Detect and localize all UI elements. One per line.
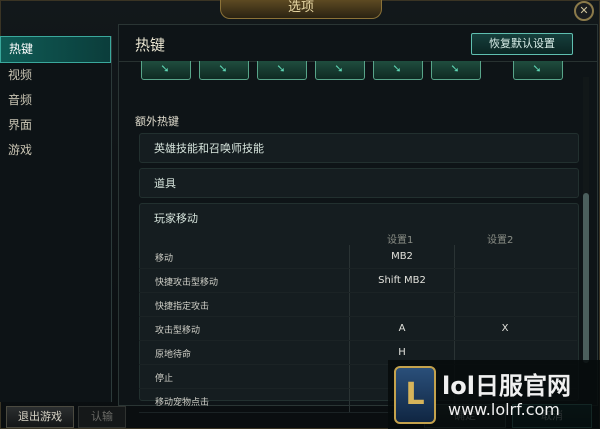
binding-set2[interactable] [453,293,557,316]
arrow-down-right-icon: ➘ [276,62,286,75]
sidebar-item-interface[interactable]: 界面 [0,113,111,138]
reset-defaults-button[interactable]: 恢复默认设置 [471,33,573,55]
hotkey-slot[interactable]: ➘ [141,61,191,80]
action-name: 移动 [155,254,174,264]
quit-game-button[interactable]: 退出游戏 [6,406,74,428]
sidebar-item-game[interactable]: 游戏 [0,138,111,163]
arrow-down-right-icon: ➘ [450,62,460,75]
section-title: 额外热键 [135,115,179,128]
scrollbar-thumb[interactable] [583,193,589,363]
page-title: 热键 [135,36,166,54]
table-row: 攻击型移动 A X [139,317,577,341]
sidebar-item-audio[interactable]: 音频 [0,88,111,113]
binding-set1[interactable]: MB2 [349,245,455,268]
table-header: 设置1 设置2 [139,231,577,246]
action-name: 快捷攻击型移动 [155,278,219,288]
hotkey-slot[interactable]: ➘ [199,61,249,80]
binding-set2[interactable] [453,245,557,268]
action-name: 停止 [155,374,174,384]
arrow-down-right-icon: ➘ [532,62,542,75]
binding-set1[interactable] [349,293,455,316]
watermark-title: lol日服官网 [442,372,571,400]
hotkey-slot[interactable]: ➘ [373,61,423,80]
window-title: 选项 [220,0,382,19]
binding-set1[interactable]: Shift MB2 [349,269,455,292]
panel-header: 热键 恢复默认设置 [119,25,597,62]
action-name: 原地待命 [155,350,192,360]
arrow-down-right-icon: ➘ [392,62,402,75]
binding-set1[interactable]: A [349,317,455,340]
group-label: 玩家移动 [154,212,198,225]
column-header-set2: 设置2 [487,235,514,246]
group-items[interactable]: 道具 [139,168,579,198]
sidebar-item-video[interactable]: 视频 [0,63,111,88]
action-name: 移动宠物点击 [155,398,210,408]
hotkey-slot[interactable]: ➘ [513,61,563,80]
sidebar-item-hotkeys[interactable]: 热键 [0,36,111,63]
hotkey-slot[interactable]: ➘ [315,61,365,80]
arrow-down-right-icon: ➘ [218,62,228,75]
group-champion-summoner-spells[interactable]: 英雄技能和召唤师技能 [139,133,579,163]
group-label: 道具 [154,177,176,190]
column-header-set1: 设置1 [387,235,414,246]
site-watermark: L lol日服官网 www.lolrf.com [388,360,600,429]
hotkeys-panel: 热键 恢复默认设置 ➘ ➘ ➘ ➘ ➘ ➘ ➘ 额外热键 英雄技能和召唤师技能 … [118,24,598,413]
hotkey-slot[interactable]: ➘ [257,61,307,80]
arrow-down-right-icon: ➘ [334,62,344,75]
arrow-down-right-icon: ➘ [160,62,170,75]
hotkey-slot[interactable]: ➘ [431,61,481,80]
surrender-button[interactable]: 认输 [78,406,126,428]
watermark-url: www.lolrf.com [448,400,560,419]
action-name: 快捷指定攻击 [155,302,210,312]
table-row: 移动 MB2 [139,245,577,269]
lol-logo-icon: L [394,366,436,424]
close-icon[interactable]: ✕ [574,1,594,21]
sidebar: 热键 视频 音频 界面 游戏 [0,36,112,402]
group-label: 英雄技能和召唤师技能 [154,142,264,155]
table-row: 快捷指定攻击 [139,293,577,317]
binding-set2[interactable] [453,269,557,292]
action-name: 攻击型移动 [155,326,201,336]
binding-set2[interactable]: X [453,317,557,340]
table-row: 快捷攻击型移动 Shift MB2 [139,269,577,293]
